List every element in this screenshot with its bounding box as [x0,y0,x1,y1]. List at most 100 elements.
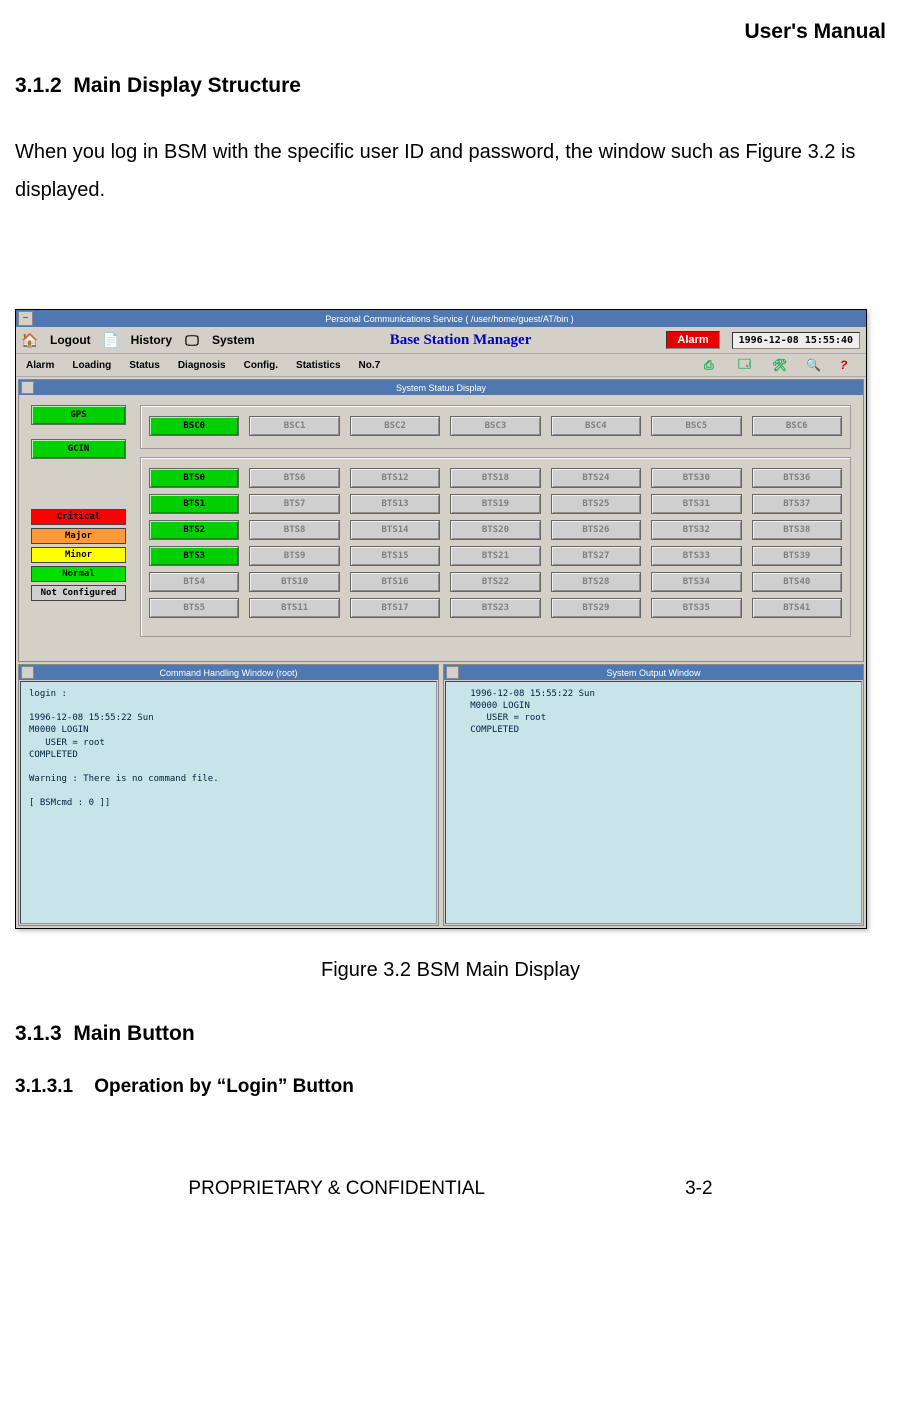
bts-button[interactable]: BTS0 [149,468,239,488]
menu-alarm[interactable]: Alarm [26,360,54,371]
bts-button[interactable]: BTS6 [249,468,339,488]
panel-menu-icon[interactable] [21,381,34,394]
panel-menu-icon[interactable] [446,666,459,679]
history-button[interactable]: History [131,333,172,347]
window-titlebar[interactable]: − Personal Communications Service ( /use… [16,310,866,327]
bsc5-button[interactable]: BSC5 [651,416,741,436]
bts-button[interactable]: BTS29 [551,598,641,618]
status-title-text: System Status Display [396,383,486,393]
bsc0-button[interactable]: BSC0 [149,416,239,436]
bts-button[interactable]: BTS15 [350,546,440,566]
bts-button[interactable]: BTS22 [450,572,540,592]
bsc2-button[interactable]: BSC2 [350,416,440,436]
system-output-window: System Output Window 1996-12-08 15:55:22… [443,664,864,926]
bts-button[interactable]: BTS2 [149,520,239,540]
bts-button[interactable]: BTS9 [249,546,339,566]
legend-not-configured: Not Configured [31,585,126,601]
menu-diagnosis[interactable]: Diagnosis [178,360,226,371]
bts-button[interactable]: BTS34 [651,572,741,592]
bts-button[interactable]: BTS7 [249,494,339,514]
bts-button[interactable]: BTS30 [651,468,741,488]
heading-number: 3.1.2 [15,74,62,97]
legend-minor: Minor [31,547,126,563]
alarm-indicator[interactable]: Alarm [666,331,719,349]
heading-number: 3.1.3.1 [15,1076,73,1097]
bts-button[interactable]: BTS26 [551,520,641,540]
bts-button[interactable]: BTS35 [651,598,741,618]
window-icon[interactable]: 🗔 [738,355,754,376]
print-icon[interactable]: ⎙ [704,358,720,373]
legend-major: Major [31,528,126,544]
bsc6-button[interactable]: BSC6 [752,416,842,436]
figure-caption: Figure 3.2 BSM Main Display [15,959,886,982]
bts-button[interactable]: BTS40 [752,572,842,592]
bts-button[interactable]: BTS24 [551,468,641,488]
menu-no7[interactable]: No.7 [359,360,381,371]
tools-icon[interactable]: 🛠 [772,358,788,372]
bsc1-button[interactable]: BSC1 [249,416,339,436]
bts-grid-frame: BTS0 BTS6 BTS12 BTS18 BTS24 BTS30 BTS36 … [140,457,851,637]
system-button[interactable]: System [212,333,255,347]
command-window: Command Handling Window (root) login : 1… [18,664,439,926]
bts-button[interactable]: BTS3 [149,546,239,566]
status-panel-title: System Status Display [19,380,863,395]
menu-status[interactable]: Status [129,360,160,371]
bts-button[interactable]: BTS27 [551,546,641,566]
system-output-title: System Output Window [606,668,700,678]
home-icon[interactable]: 🏠 [22,332,38,348]
status-panel: System Status Display GPS GCIN Critical … [18,379,864,662]
bts-button[interactable]: BTS12 [350,468,440,488]
menu-loading[interactable]: Loading [72,360,111,371]
bts-button[interactable]: BTS23 [450,598,540,618]
main-toolbar: 🏠 Logout 📄 History 🖵 System Base Station… [16,327,866,354]
bsc-row-frame: BSC0 BSC1 BSC2 BSC3 BSC4 BSC5 BSC6 [140,405,851,449]
bts-button[interactable]: BTS20 [450,520,540,540]
bts-button[interactable]: BTS8 [249,520,339,540]
bts-button[interactable]: BTS28 [551,572,641,592]
logout-button[interactable]: Logout [50,333,91,347]
legend-normal: Normal [31,566,126,582]
bts-button[interactable]: BTS25 [551,494,641,514]
bts-button[interactable]: BTS31 [651,494,741,514]
gcin-button[interactable]: GCIN [31,439,126,459]
panel-menu-icon[interactable] [21,666,34,679]
history-icon[interactable]: 📄 [103,332,119,348]
menu-bar: Alarm Loading Status Diagnosis Config. S… [16,354,866,377]
bts-button[interactable]: BTS33 [651,546,741,566]
bts-button[interactable]: BTS21 [450,546,540,566]
bts-button[interactable]: BTS5 [149,598,239,618]
clock-display: 1996-12-08 15:55:40 [732,332,860,349]
bts-button[interactable]: BTS17 [350,598,440,618]
bts-button[interactable]: BTS38 [752,520,842,540]
command-output[interactable]: login : 1996-12-08 15:55:22 Sun M0000 LO… [20,681,437,924]
bts-button[interactable]: BTS18 [450,468,540,488]
bts-button[interactable]: BTS36 [752,468,842,488]
bts-button[interactable]: BTS13 [350,494,440,514]
bsm-window: − Personal Communications Service ( /use… [15,309,867,929]
bts-button[interactable]: BTS41 [752,598,842,618]
menu-statistics[interactable]: Statistics [296,360,340,371]
window-menu-icon[interactable]: − [18,311,33,326]
bsc3-button[interactable]: BSC3 [450,416,540,436]
bts-button[interactable]: BTS39 [752,546,842,566]
gps-button[interactable]: GPS [31,405,126,425]
bsc4-button[interactable]: BSC4 [551,416,641,436]
bts-button[interactable]: BTS1 [149,494,239,514]
bts-button[interactable]: BTS32 [651,520,741,540]
bts-button[interactable]: BTS14 [350,520,440,540]
menu-config[interactable]: Config. [244,360,278,371]
system-icon[interactable]: 🖵 [184,332,200,348]
bts-button[interactable]: BTS37 [752,494,842,514]
search-icon[interactable]: 🔍 [806,358,822,372]
page-footer: PROPRIETARY & CONFIDENTIAL 3-2 [15,1178,886,1200]
app-title: Base Station Manager [267,332,655,349]
bts-button[interactable]: BTS4 [149,572,239,592]
help-icon[interactable]: ? [840,358,856,372]
bts-button[interactable]: BTS10 [249,572,339,592]
intro-paragraph: When you log in BSM with the specific us… [15,133,886,209]
bts-button[interactable]: BTS11 [249,598,339,618]
footer-left: PROPRIETARY & CONFIDENTIAL [188,1178,485,1200]
system-output: 1996-12-08 15:55:22 Sun M0000 LOGIN USER… [445,681,862,924]
bts-button[interactable]: BTS19 [450,494,540,514]
bts-button[interactable]: BTS16 [350,572,440,592]
